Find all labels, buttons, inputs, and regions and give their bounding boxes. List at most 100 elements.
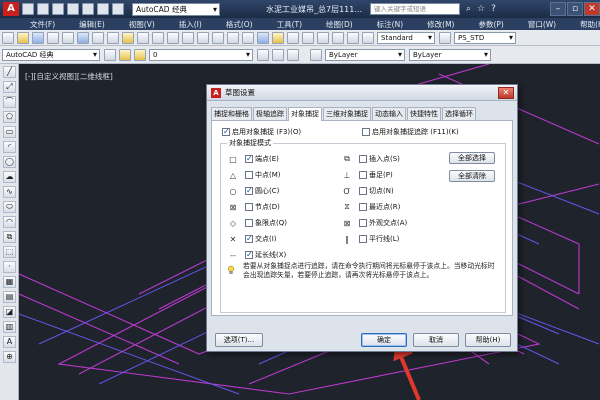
help-toolbar-icon[interactable] bbox=[347, 31, 359, 44]
table-style-select[interactable]: PS_STD bbox=[454, 31, 516, 44]
quickcalc-icon[interactable] bbox=[332, 31, 344, 44]
tab-object-snap[interactable]: 对象捕捉 bbox=[288, 107, 322, 121]
pan-icon[interactable] bbox=[197, 31, 209, 44]
mode-midpoint-row[interactable]: △ 中点(M) bbox=[227, 170, 281, 180]
insert-block-icon[interactable]: ⧉ bbox=[3, 231, 16, 243]
menu-insert[interactable]: 插入(I) bbox=[179, 19, 202, 30]
ok-button[interactable]: 确定 bbox=[361, 333, 407, 347]
keyword-search-input[interactable]: 键入关键字或短语 bbox=[370, 3, 460, 15]
layer-previous-icon[interactable] bbox=[272, 48, 284, 61]
mode-quadrant-row[interactable]: ◇ 象限点(Q) bbox=[227, 218, 287, 228]
tab-quick-properties[interactable]: 快捷特性 bbox=[407, 107, 441, 120]
save-icon[interactable] bbox=[52, 3, 64, 15]
line-icon[interactable]: ╱ bbox=[3, 66, 16, 78]
arc-icon[interactable]: ◜ bbox=[3, 141, 16, 153]
polygon-icon[interactable]: ⬠ bbox=[3, 111, 16, 123]
enable-osnap-checkbox[interactable] bbox=[222, 127, 230, 136]
zoom-window-icon[interactable] bbox=[227, 31, 239, 44]
save-as-icon[interactable] bbox=[67, 3, 79, 15]
menu-draw[interactable]: 绘图(D) bbox=[326, 19, 353, 30]
undo-toolbar-icon[interactable] bbox=[167, 31, 179, 44]
mode-parallel-row[interactable]: ∥ 平行线(L) bbox=[341, 234, 399, 244]
mode-endpoint-row[interactable]: □ 端点(E) bbox=[227, 154, 279, 164]
midpoint-checkbox[interactable] bbox=[245, 171, 253, 179]
mode-perpendicular-row[interactable]: ⊥ 垂足(P) bbox=[341, 170, 393, 180]
mode-tangent-row[interactable]: Ơ 切点(N) bbox=[341, 186, 393, 196]
markup-icon[interactable] bbox=[317, 31, 329, 44]
menu-file[interactable]: 文件(F) bbox=[30, 19, 55, 30]
node-checkbox[interactable] bbox=[245, 203, 253, 211]
make-block-icon[interactable]: ⬚ bbox=[3, 246, 16, 258]
intersection-checkbox[interactable] bbox=[245, 234, 253, 243]
endpoint-checkbox[interactable] bbox=[245, 154, 253, 163]
binoculars-icon[interactable]: ⌕ bbox=[466, 4, 471, 14]
nearest-checkbox[interactable] bbox=[359, 203, 367, 211]
restore-button[interactable]: ▫ bbox=[567, 2, 583, 16]
enable-tracking-row[interactable]: 启用对象捕捉追踪 (F11)(K) bbox=[362, 127, 459, 137]
quadrant-checkbox[interactable] bbox=[245, 219, 253, 227]
revcloud-icon[interactable]: ☁ bbox=[3, 171, 16, 183]
hatch-icon[interactable]: ▦ bbox=[3, 276, 16, 288]
block-editor-icon[interactable] bbox=[152, 31, 164, 44]
ellipse-arc-icon[interactable]: ◠ bbox=[3, 216, 16, 228]
perpendicular-checkbox[interactable] bbox=[359, 171, 367, 179]
polyline-icon[interactable]: ⌒ bbox=[3, 96, 16, 108]
mode-nearest-row[interactable]: ⧖ 最近点(R) bbox=[341, 202, 400, 212]
viewport-label[interactable]: [-][自定义视图][二维线框] bbox=[25, 71, 113, 82]
region-icon[interactable]: ◪ bbox=[3, 306, 16, 318]
menu-view[interactable]: 视图(V) bbox=[129, 19, 155, 30]
new-file-icon[interactable] bbox=[22, 3, 34, 15]
tool-palettes-icon[interactable] bbox=[287, 31, 299, 44]
gradient-icon[interactable]: ▤ bbox=[3, 291, 16, 303]
make-current-layer-icon[interactable] bbox=[257, 48, 269, 61]
add-selected-icon[interactable]: ⊕ bbox=[3, 351, 16, 363]
save-toolbar-icon[interactable] bbox=[32, 31, 44, 44]
color-select[interactable]: ByLayer bbox=[325, 48, 405, 61]
dialog-close-button[interactable]: ✕ bbox=[498, 86, 514, 99]
enable-tracking-checkbox[interactable] bbox=[362, 128, 370, 136]
options-button[interactable]: 选项(T)... bbox=[215, 333, 263, 347]
minimize-button[interactable]: – bbox=[550, 2, 566, 16]
extension-checkbox[interactable] bbox=[245, 250, 253, 259]
workspace-settings-icon[interactable] bbox=[104, 48, 116, 61]
layer-properties-icon[interactable] bbox=[119, 48, 131, 61]
menu-edit[interactable]: 编辑(E) bbox=[79, 19, 105, 30]
zoom-previous-icon[interactable] bbox=[242, 31, 254, 44]
mode-node-row[interactable]: ⊠ 节点(D) bbox=[227, 202, 280, 212]
tab-selection-cycling[interactable]: 选择循环 bbox=[442, 107, 476, 120]
mode-intersection-row[interactable]: ✕ 交点(I) bbox=[227, 234, 277, 244]
menu-modify[interactable]: 修改(M) bbox=[427, 19, 454, 30]
tab-snap-grid[interactable]: 捕捉和栅格 bbox=[211, 107, 252, 120]
select-all-button[interactable]: 全部选择 bbox=[449, 152, 495, 164]
match-properties-icon[interactable] bbox=[137, 31, 149, 44]
new-icon[interactable] bbox=[2, 31, 14, 44]
mode-insertion-row[interactable]: ⧉ 插入点(S) bbox=[341, 154, 400, 164]
autocad-logo-icon[interactable]: A bbox=[3, 2, 19, 16]
tab-polar-tracking[interactable]: 极轴追踪 bbox=[253, 107, 287, 120]
redo-toolbar-icon[interactable] bbox=[182, 31, 194, 44]
dialog-titlebar[interactable]: A 草图设置 ✕ bbox=[207, 85, 517, 101]
open-file-icon[interactable] bbox=[37, 3, 49, 15]
point-icon[interactable]: · bbox=[3, 261, 16, 273]
print-icon[interactable] bbox=[82, 3, 94, 15]
mode-apparent-intersection-row[interactable]: ⊠ 外观交点(A) bbox=[341, 218, 408, 228]
parallel-checkbox[interactable] bbox=[359, 235, 367, 243]
menu-help[interactable]: 帮助(H) bbox=[580, 19, 600, 30]
workspace-toolbar-select[interactable]: AutoCAD 经典 bbox=[2, 48, 100, 61]
table-style-icon[interactable] bbox=[439, 31, 451, 44]
circle-icon[interactable]: ◯ bbox=[3, 156, 16, 168]
multiline-text-icon[interactable]: A bbox=[3, 336, 16, 348]
menu-tools[interactable]: 工具(T) bbox=[277, 19, 302, 30]
construction-line-icon[interactable]: ⤢ bbox=[3, 81, 16, 93]
copy-icon[interactable] bbox=[107, 31, 119, 44]
paste-icon[interactable] bbox=[122, 31, 134, 44]
spline-icon[interactable]: ∿ bbox=[3, 186, 16, 198]
sheet-set-icon[interactable] bbox=[302, 31, 314, 44]
clear-all-button[interactable]: 全部清除 bbox=[449, 170, 495, 182]
color-swatch-icon[interactable] bbox=[310, 48, 322, 61]
layer-select[interactable]: 0 bbox=[149, 48, 253, 61]
design-center-icon[interactable] bbox=[272, 31, 284, 44]
plot-icon[interactable] bbox=[47, 31, 59, 44]
mode-center-row[interactable]: ○ 圆心(C) bbox=[227, 186, 280, 196]
menu-window[interactable]: 窗口(W) bbox=[528, 19, 556, 30]
